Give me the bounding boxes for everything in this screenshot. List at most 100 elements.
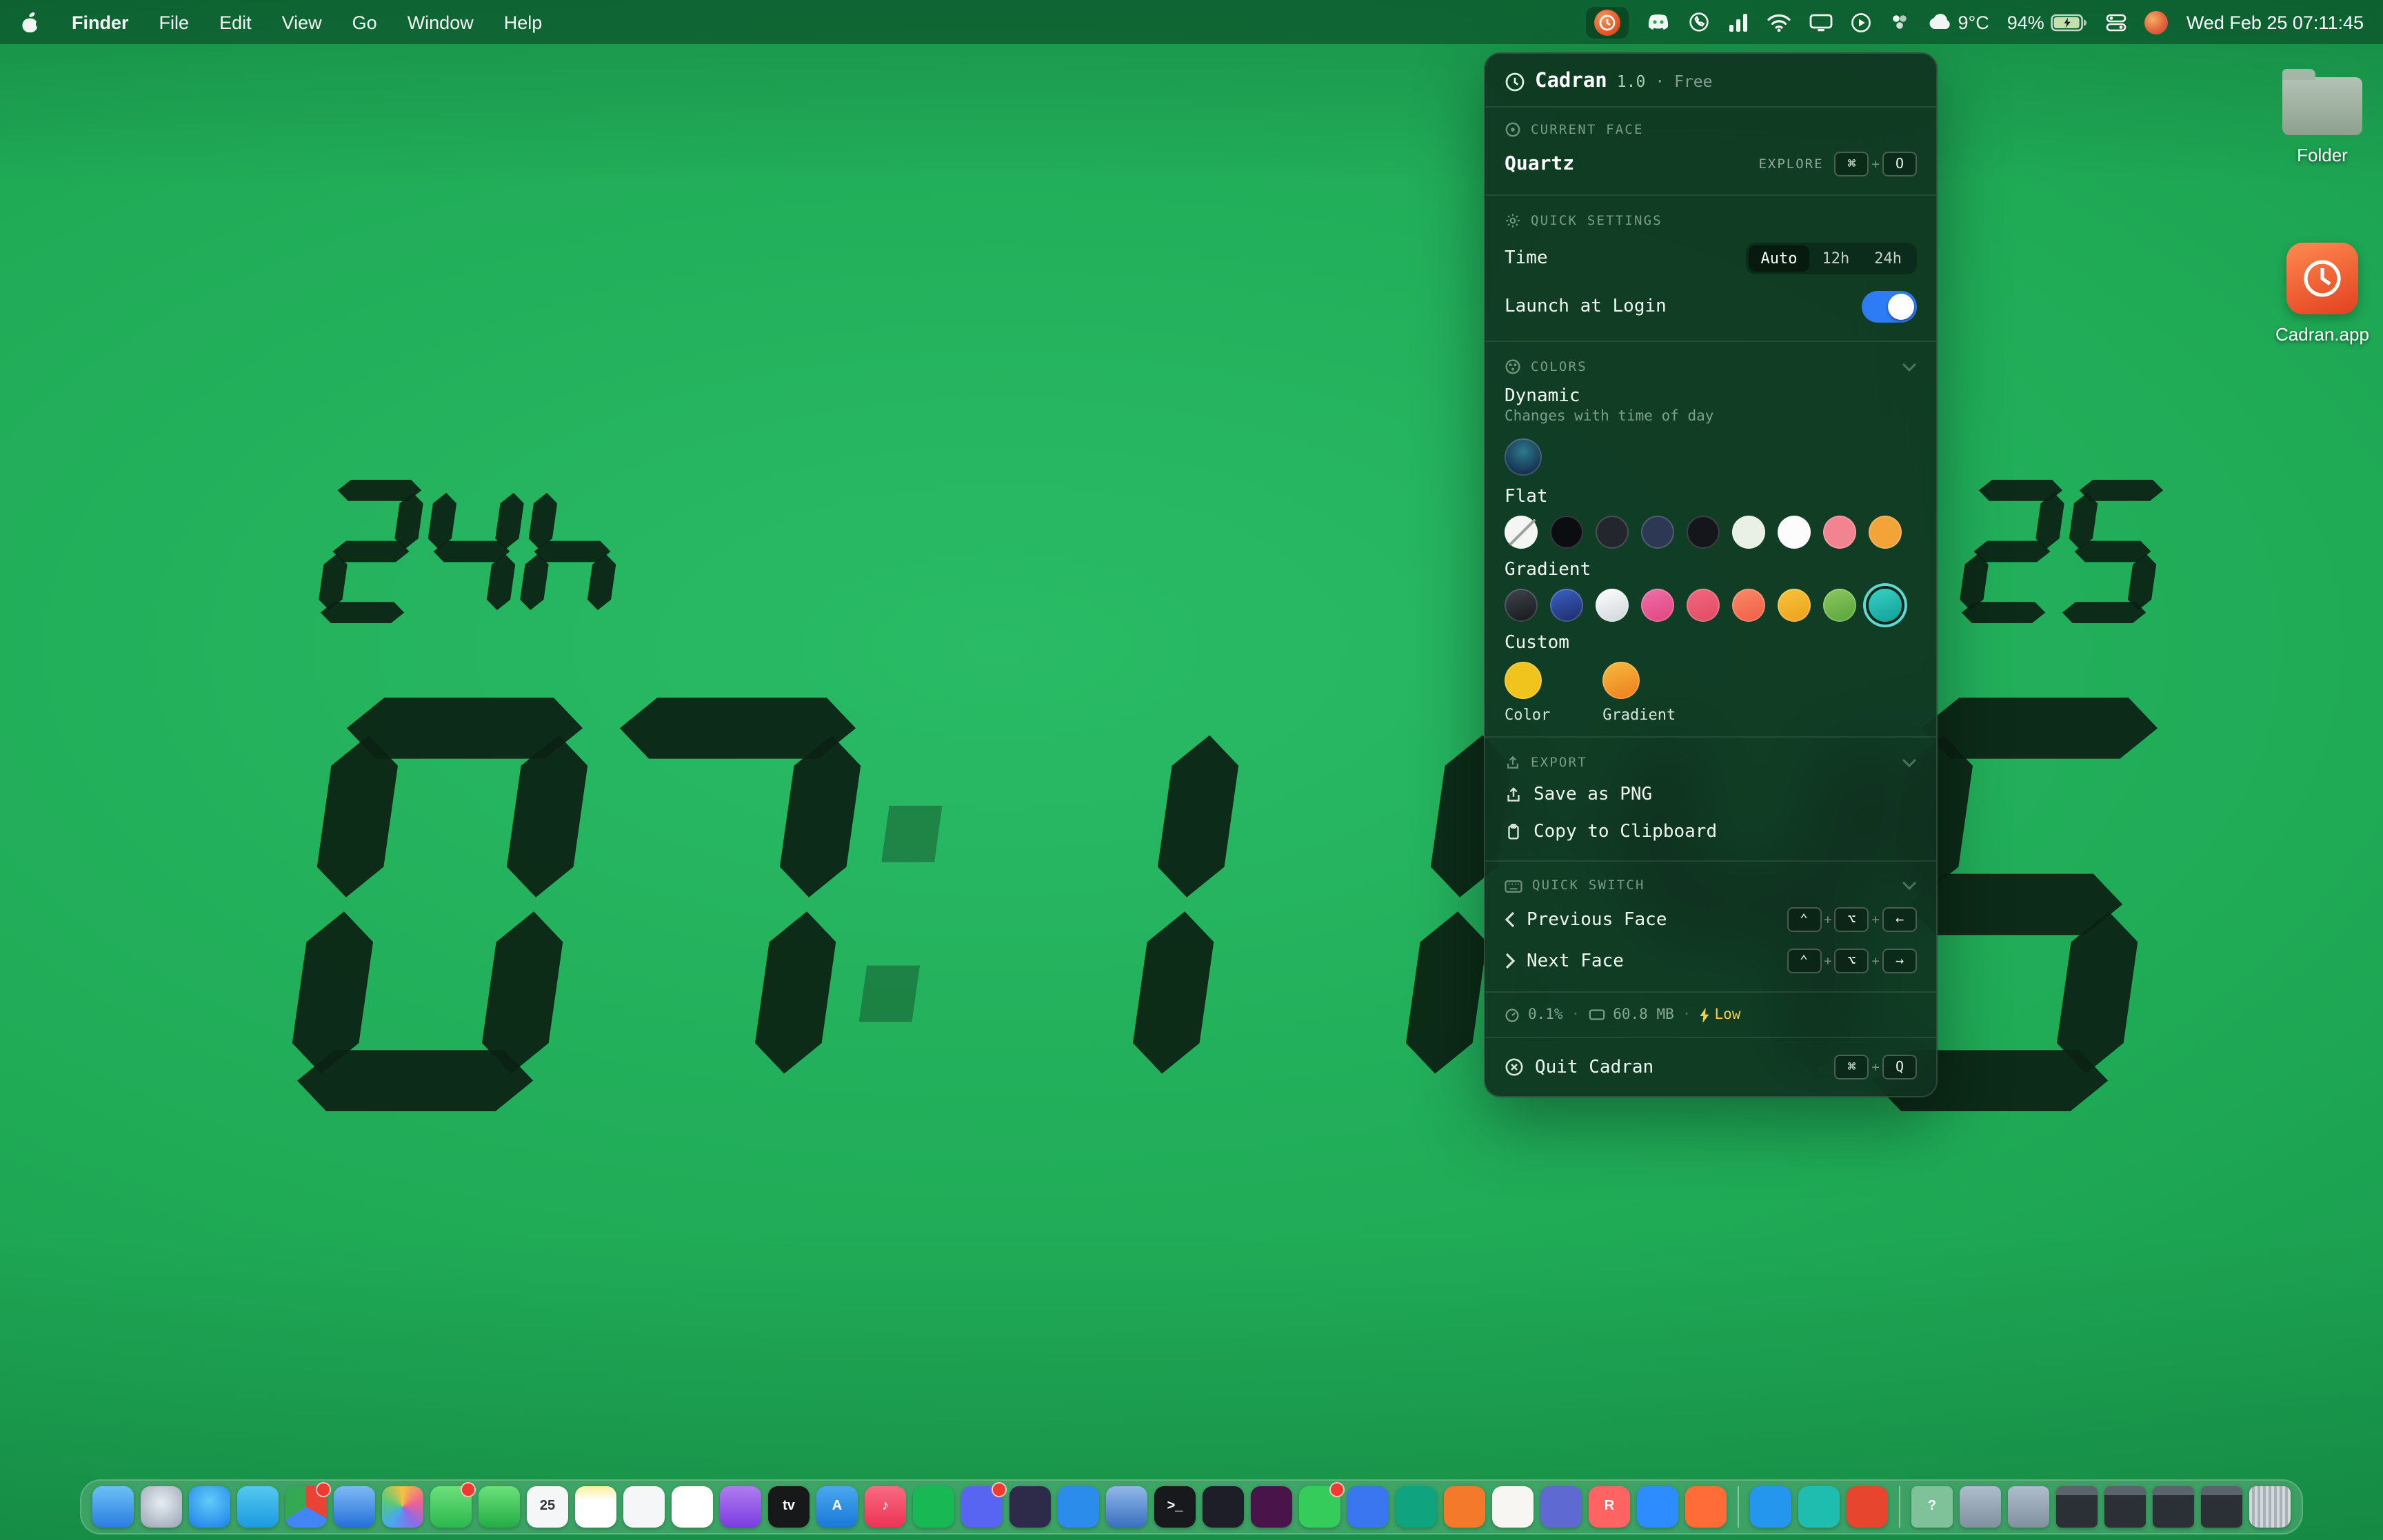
dock-reminders[interactable] bbox=[623, 1486, 665, 1528]
dock-linear[interactable] bbox=[1540, 1486, 1582, 1528]
dock-messages[interactable] bbox=[430, 1486, 472, 1528]
section-quick-switch[interactable]: QUICK SWITCH bbox=[1485, 864, 1936, 899]
dock-trash[interactable] bbox=[2249, 1486, 2291, 1528]
custom-gradient-swatch[interactable] bbox=[1602, 662, 1640, 699]
swatch-green-gradient[interactable] bbox=[1823, 589, 1856, 622]
dock-music[interactable]: ♪ bbox=[865, 1486, 906, 1528]
dock-minimized-window-3[interactable] bbox=[2153, 1486, 2194, 1528]
swatch-auto[interactable] bbox=[1505, 516, 1538, 549]
dock-freeform[interactable] bbox=[672, 1486, 713, 1528]
dock-mail[interactable] bbox=[334, 1486, 375, 1528]
copy-to-clipboard-button[interactable]: Copy to Clipboard bbox=[1485, 813, 1936, 851]
time-option-24h[interactable]: 24h bbox=[1862, 245, 1914, 272]
menu-edit[interactable]: Edit bbox=[219, 12, 252, 32]
dock-chatgpt[interactable] bbox=[1396, 1486, 1437, 1528]
swatch-coral[interactable] bbox=[1823, 516, 1856, 549]
whatsapp-menubar-icon[interactable] bbox=[1687, 11, 1709, 33]
menu-file[interactable]: File bbox=[159, 12, 190, 32]
display-menubar-icon[interactable] bbox=[1809, 13, 1832, 31]
dock-notion[interactable] bbox=[1492, 1486, 1534, 1528]
dock-blender[interactable] bbox=[1444, 1486, 1485, 1528]
swatch-orange[interactable] bbox=[1869, 516, 1902, 549]
dock-safari[interactable] bbox=[189, 1486, 230, 1528]
dock-minimized-window-4[interactable] bbox=[2201, 1486, 2242, 1528]
dock-postman[interactable] bbox=[1685, 1486, 1727, 1528]
dock-chrome[interactable] bbox=[285, 1486, 327, 1528]
dock-signal[interactable] bbox=[1347, 1486, 1389, 1528]
dock-figma[interactable] bbox=[1203, 1486, 1244, 1528]
dock-photos[interactable] bbox=[382, 1486, 423, 1528]
quit-cadran-button[interactable]: Quit Cadran ⌘+Q bbox=[1485, 1041, 1936, 1096]
cadran-menubar-icon[interactable] bbox=[1585, 6, 1628, 38]
dock-raycast[interactable]: R bbox=[1589, 1486, 1630, 1528]
previous-face-button[interactable]: Previous Face ⌃+⌥+← bbox=[1485, 899, 1936, 940]
discord-menubar-icon[interactable] bbox=[1646, 12, 1669, 32]
dock-help-window[interactable]: ? bbox=[1911, 1486, 1953, 1528]
control-center-icon[interactable] bbox=[2107, 13, 2127, 31]
dock-minimized-window-2[interactable] bbox=[2104, 1486, 2146, 1528]
desktop-icon-cadran-app[interactable]: Cadran.app bbox=[2248, 243, 2383, 345]
dynamic-swatch[interactable] bbox=[1505, 438, 1542, 476]
menubar-app-name[interactable]: Finder bbox=[72, 12, 129, 32]
dock-xcode[interactable] bbox=[1106, 1486, 1147, 1528]
battery-item[interactable]: 94% bbox=[2007, 12, 2089, 32]
dock-whatsapp[interactable] bbox=[1299, 1486, 1340, 1528]
time-option-auto[interactable]: Auto bbox=[1749, 245, 1810, 272]
time-option-12h[interactable]: 12h bbox=[1810, 245, 1862, 272]
swatch-teal-gradient[interactable] bbox=[1869, 589, 1902, 622]
custom-gradient-item[interactable]: Gradient bbox=[1602, 662, 1676, 724]
swatch-coral-gradient[interactable] bbox=[1732, 589, 1765, 622]
time-format-segmented-control[interactable]: Auto12h24h bbox=[1746, 243, 1918, 274]
dock-folder-documents[interactable] bbox=[1960, 1486, 2001, 1528]
siri-icon[interactable] bbox=[2145, 10, 2169, 34]
menubar-clock[interactable]: Wed Feb 25 07:11:45 bbox=[2186, 12, 2364, 32]
menu-window[interactable]: Window bbox=[408, 12, 474, 32]
wifi-icon[interactable] bbox=[1766, 13, 1791, 31]
play-menubar-icon[interactable] bbox=[1850, 12, 1871, 32]
dock-facetime[interactable] bbox=[479, 1486, 520, 1528]
dock-apple-tv[interactable]: tv bbox=[768, 1486, 810, 1528]
swatch-navy-gradient[interactable] bbox=[1550, 589, 1583, 622]
save-as-png-button[interactable]: Save as PNG bbox=[1485, 776, 1936, 813]
swatch-white[interactable] bbox=[1778, 516, 1811, 549]
swatch-charcoal-gradient[interactable] bbox=[1505, 589, 1538, 622]
dock-discord[interactable] bbox=[961, 1486, 1003, 1528]
menu-help[interactable]: Help bbox=[504, 12, 543, 32]
swatch-navy[interactable] bbox=[1641, 516, 1674, 549]
section-colors[interactable]: COLORS bbox=[1485, 345, 1936, 381]
dock-launchpad[interactable] bbox=[141, 1486, 182, 1528]
apple-menu-icon[interactable] bbox=[19, 11, 41, 33]
custom-color-item[interactable]: Color bbox=[1505, 662, 1550, 724]
custom-color-swatch[interactable] bbox=[1505, 662, 1542, 699]
dock-podcasts[interactable] bbox=[720, 1486, 761, 1528]
dock-notes[interactable] bbox=[575, 1486, 616, 1528]
swatch-mint[interactable] bbox=[1732, 516, 1765, 549]
dock-calendar[interactable]: 25 bbox=[527, 1486, 568, 1528]
dock-spotify[interactable] bbox=[913, 1486, 954, 1528]
weather-item[interactable]: 9°C bbox=[1927, 12, 1989, 32]
launch-at-login-toggle[interactable] bbox=[1862, 291, 1917, 323]
dock-slack[interactable] bbox=[1251, 1486, 1292, 1528]
section-export[interactable]: EXPORT bbox=[1485, 740, 1936, 776]
dock-teal-app[interactable] bbox=[1798, 1486, 1840, 1528]
stats-menubar-icon[interactable] bbox=[1727, 13, 1748, 31]
dock-minimized-window-1[interactable] bbox=[2056, 1486, 2098, 1528]
dock-zoom[interactable] bbox=[1637, 1486, 1678, 1528]
dock-obsidian[interactable] bbox=[1009, 1486, 1051, 1528]
swatch-graphite[interactable] bbox=[1596, 516, 1629, 549]
dock-telegram[interactable] bbox=[237, 1486, 279, 1528]
menu-view[interactable]: View bbox=[282, 12, 322, 32]
dock-terminal[interactable]: >_ bbox=[1154, 1486, 1196, 1528]
next-face-button[interactable]: Next Face ⌃+⌥+→ bbox=[1485, 940, 1936, 982]
swatch-charcoal[interactable] bbox=[1687, 516, 1720, 549]
dock-app-store[interactable]: A bbox=[816, 1486, 858, 1528]
desktop-icon-folder[interactable]: Folder bbox=[2248, 77, 2383, 165]
swatch-rose-gradient[interactable] bbox=[1687, 589, 1720, 622]
swatch-black[interactable] bbox=[1550, 516, 1583, 549]
current-face-row[interactable]: Quartz EXPLORE ⌘+O bbox=[1485, 143, 1936, 185]
swatch-magenta-gradient[interactable] bbox=[1641, 589, 1674, 622]
dock-folder-downloads[interactable] bbox=[2008, 1486, 2049, 1528]
shortcuts-menubar-icon[interactable] bbox=[1889, 12, 1909, 32]
dock-red-app[interactable] bbox=[1847, 1486, 1888, 1528]
swatch-white-gradient[interactable] bbox=[1596, 589, 1629, 622]
